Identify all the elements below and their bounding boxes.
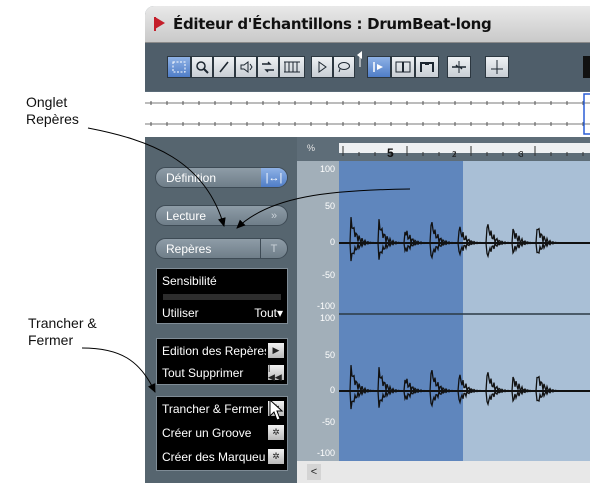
arrow-to-slice-close	[81, 347, 156, 393]
arrow-to-markers-tab	[87, 127, 226, 227]
callout-arrows	[81, 127, 411, 393]
arrow-from-waveform	[236, 188, 411, 229]
screenshot-stage: Onglet Repères Trancher & Fermer Éditeur…	[0, 0, 590, 483]
